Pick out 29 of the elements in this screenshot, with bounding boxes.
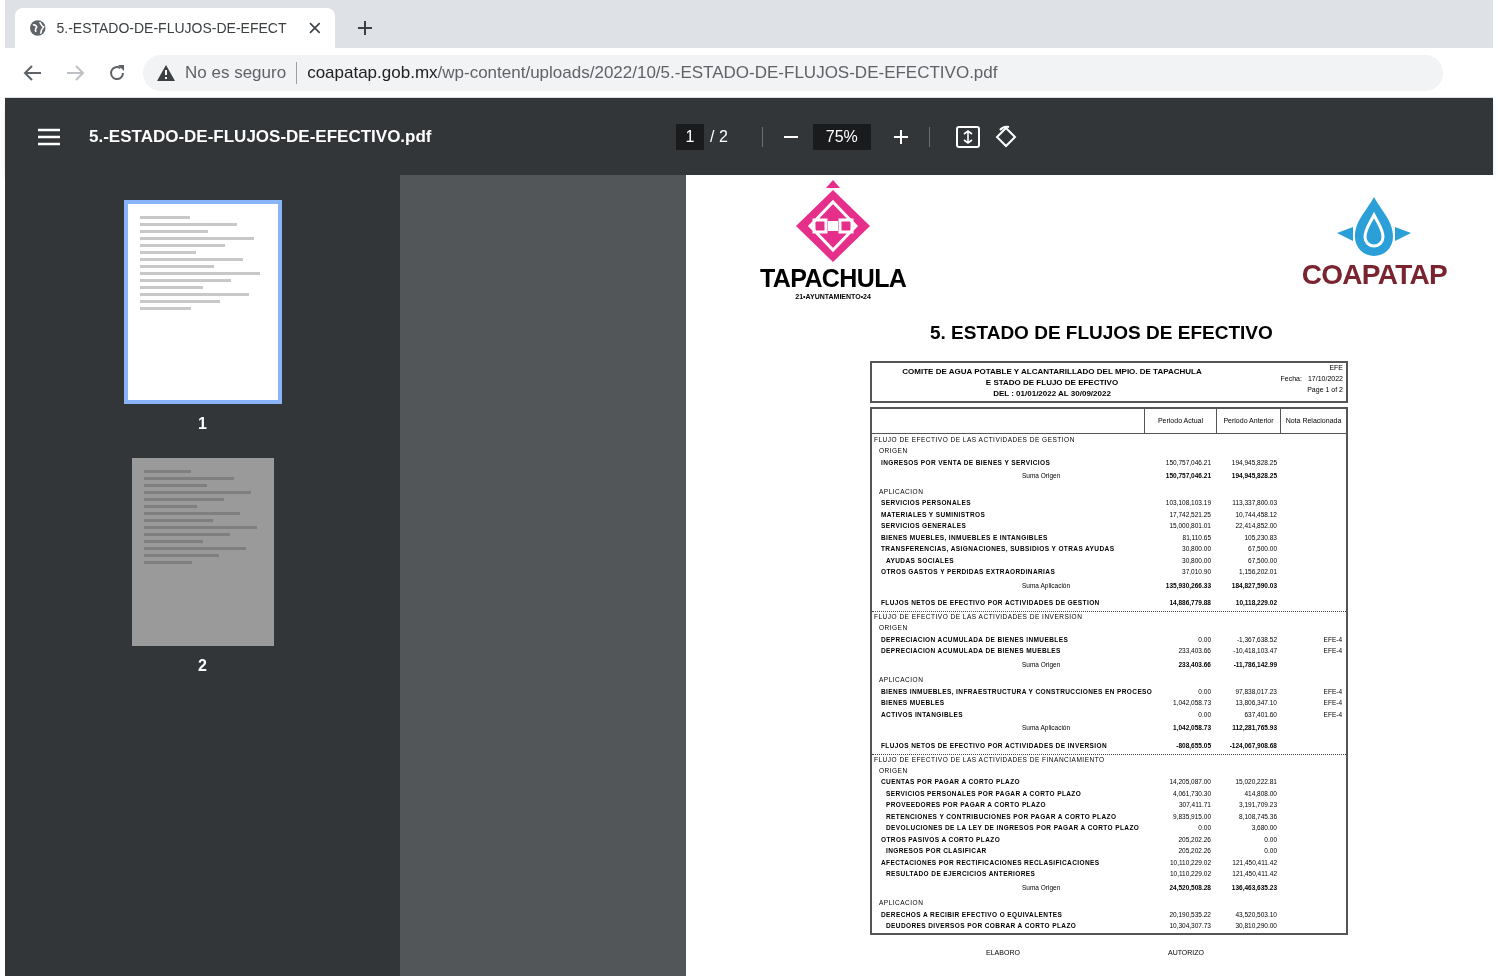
warning-icon bbox=[157, 64, 175, 81]
page-number: 2 bbox=[198, 656, 207, 676]
security-label: No es seguro bbox=[185, 61, 287, 84]
file-name: 5.-ESTADO-DE-FLUJOS-DE-EFECTIVO.pdf bbox=[89, 125, 433, 148]
zoom-field[interactable]: 75% bbox=[812, 123, 871, 150]
globe-icon bbox=[29, 19, 47, 37]
new-tab-icon[interactable] bbox=[357, 20, 373, 36]
url-text: coapatap.gob.mx/wp-content/uploads/2022/10/5.-ESTADO-DE-FLUJOS-DE-EFECTIVO.pdf bbox=[307, 61, 998, 84]
page-thumbnail[interactable] bbox=[123, 200, 282, 404]
document-title: 5. ESTADO DE FLUJOS DE EFECTIVO bbox=[930, 321, 1273, 345]
logo-text: TAPACHULA bbox=[760, 266, 907, 291]
logo-text: COAPATAP bbox=[1301, 261, 1447, 289]
report-name: E STADO DE FLUJO DE EFECTIVO bbox=[985, 378, 1119, 387]
reload-icon[interactable] bbox=[107, 62, 127, 83]
zoom-in-icon[interactable] bbox=[892, 128, 909, 145]
menu-icon[interactable] bbox=[38, 127, 60, 146]
address-field[interactable]: No es seguro coapatap.gob.mx/wp-content/uploads/2022/10/5.-ESTADO-DE-FLUJOS-DE-EFECTIVO.pdf bbox=[143, 54, 1443, 91]
entity-name: COMITE DE AGUA POTABLE Y ALCANTARILLADO DEL MPIO. DE TAPACHULA bbox=[902, 367, 1202, 376]
page-thumbnail[interactable] bbox=[131, 458, 274, 646]
page-count: / 2 bbox=[710, 126, 728, 147]
fit-page-icon[interactable] bbox=[955, 125, 980, 148]
tab-title: 5.-ESTADO-DE-FLUJOS-DE-EFECT bbox=[56, 18, 288, 38]
close-icon[interactable] bbox=[309, 22, 321, 34]
browser-tab[interactable]: 5.-ESTADO-DE-FLUJOS-DE-EFECT bbox=[15, 8, 335, 48]
page-number: 1 bbox=[198, 414, 207, 434]
page-number-field[interactable]: 1 bbox=[676, 123, 704, 150]
rotate-icon[interactable] bbox=[993, 124, 1018, 149]
report-period: DEL : 01/01/2022 AL 30/09/2022 bbox=[993, 389, 1111, 398]
back-icon[interactable] bbox=[23, 62, 43, 83]
